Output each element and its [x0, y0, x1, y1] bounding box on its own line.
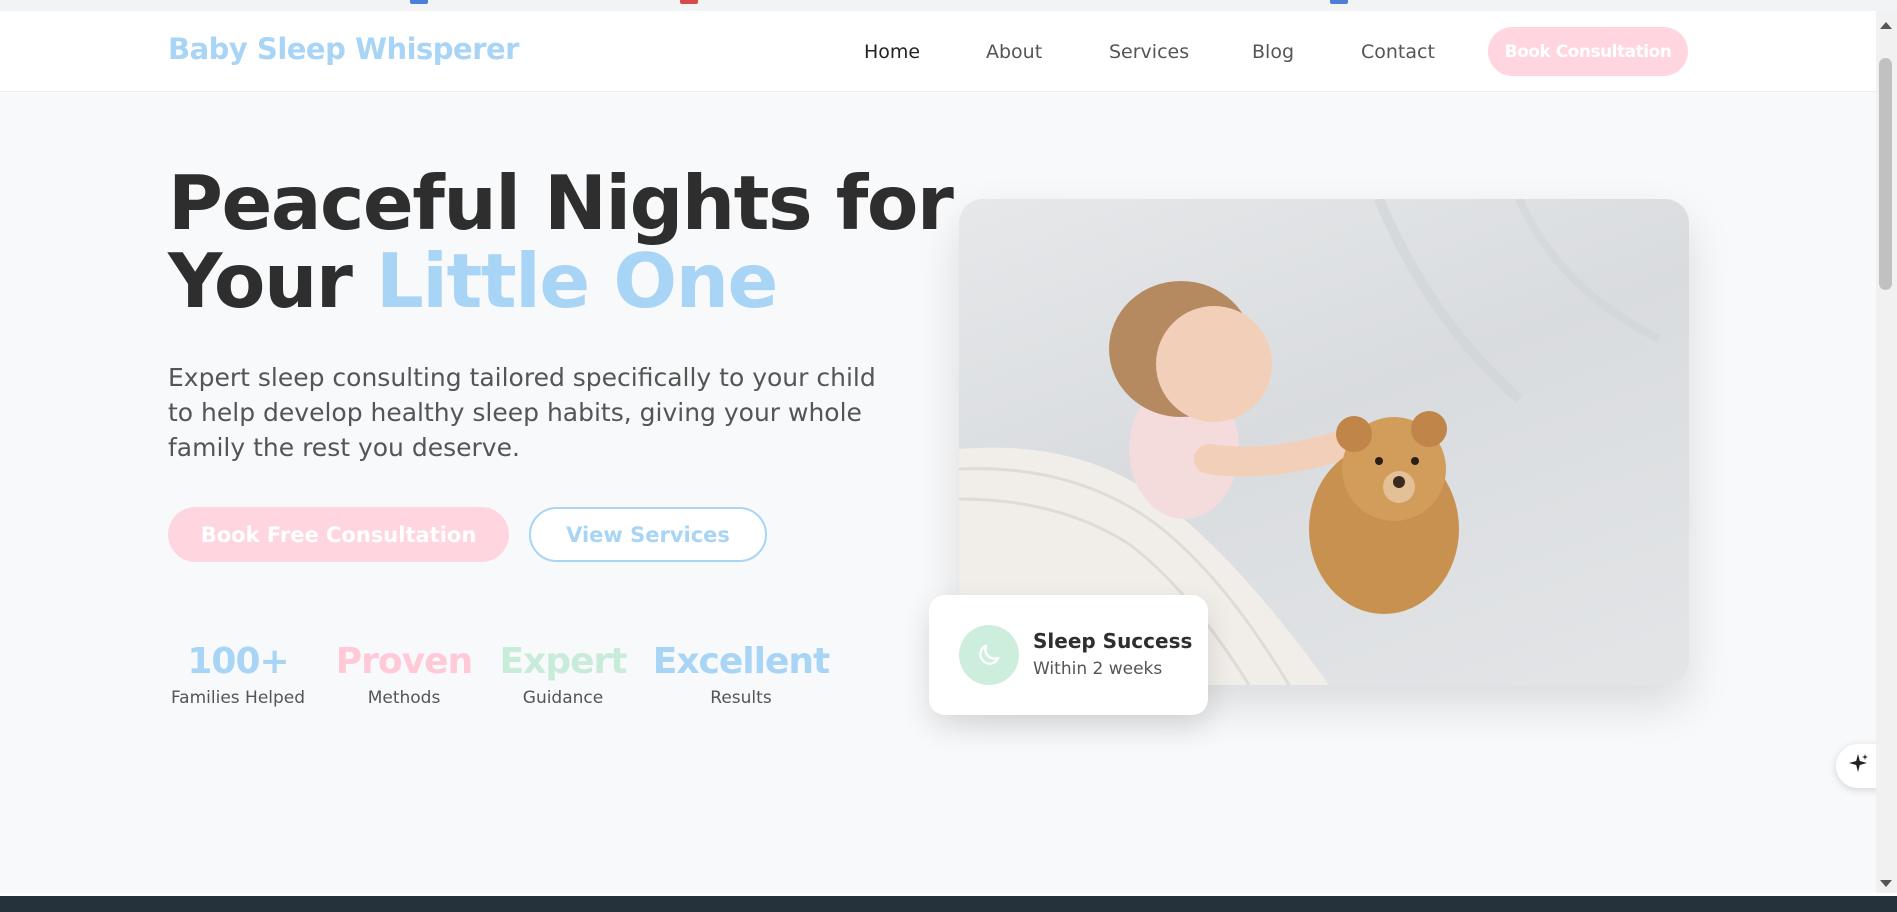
nav-item-contact[interactable]: Contact — [1361, 37, 1435, 67]
stat-value: Expert — [499, 641, 628, 682]
book-consultation-button[interactable]: Book Consultation — [1488, 27, 1688, 76]
book-free-consultation-button[interactable]: Book Free Consultation — [168, 507, 509, 562]
sparkle-icon — [1846, 752, 1870, 780]
nav-item-about[interactable]: About — [986, 37, 1042, 67]
stat-families: 100+ Families Helped — [168, 638, 308, 710]
nav-link-home[interactable]: Home — [864, 41, 920, 63]
stat-value: 100+ — [187, 641, 289, 682]
brand-logo[interactable]: Baby Sleep Whisperer — [168, 29, 520, 69]
stat-label: Results — [710, 688, 772, 708]
scroll-up-arrow-icon[interactable] — [1880, 22, 1892, 29]
stat-label: Guidance — [522, 688, 604, 708]
taskbar-strip — [0, 896, 1897, 912]
nav-link-services[interactable]: Services — [1109, 41, 1189, 63]
bookmark-icon — [410, 0, 428, 4]
scrollbar-thumb[interactable] — [1879, 58, 1892, 290]
nav-link-contact[interactable]: Contact — [1361, 41, 1435, 63]
nav-item-home[interactable]: Home — [864, 37, 920, 67]
hero-title-accent: Little One — [375, 237, 778, 325]
nav-link-about[interactable]: About — [986, 41, 1042, 63]
sparkle-assistant-button[interactable] — [1836, 744, 1880, 788]
success-title: Sleep Success — [1033, 629, 1193, 653]
bookmark-icon — [1330, 0, 1348, 4]
hero-subtitle: Expert sleep consulting tailored specifi… — [168, 363, 876, 462]
success-subtitle: Within 2 weeks — [1033, 659, 1163, 679]
sleep-success-card: Sleep Success Within 2 weeks — [929, 595, 1208, 715]
stat-methods: Proven Methods — [334, 638, 474, 710]
stat-label: Methods — [367, 688, 441, 708]
stat-results: Excellent Results — [652, 638, 831, 710]
bookmark-icon — [680, 0, 698, 4]
hero-title-line2-prefix: Your — [168, 237, 376, 325]
nav-link-blog[interactable]: Blog — [1252, 41, 1294, 63]
stat-label: Families Helped — [170, 688, 306, 708]
hero-title-line1: Peaceful Nights for — [168, 159, 954, 247]
stat-value: Proven — [335, 641, 473, 682]
moon-icon — [959, 625, 1019, 685]
scroll-down-arrow-icon[interactable] — [1880, 880, 1892, 887]
stat-value: Excellent — [652, 641, 831, 682]
stat-guidance: Expert Guidance — [497, 638, 629, 710]
hero-title: Peaceful Nights for Your Little One — [168, 164, 954, 320]
view-services-button[interactable]: View Services — [529, 507, 767, 562]
nav-item-services[interactable]: Services — [1109, 37, 1189, 67]
site-header: Baby Sleep Whisperer Home About Services… — [0, 11, 1876, 92]
nav-item-blog[interactable]: Blog — [1252, 37, 1294, 67]
